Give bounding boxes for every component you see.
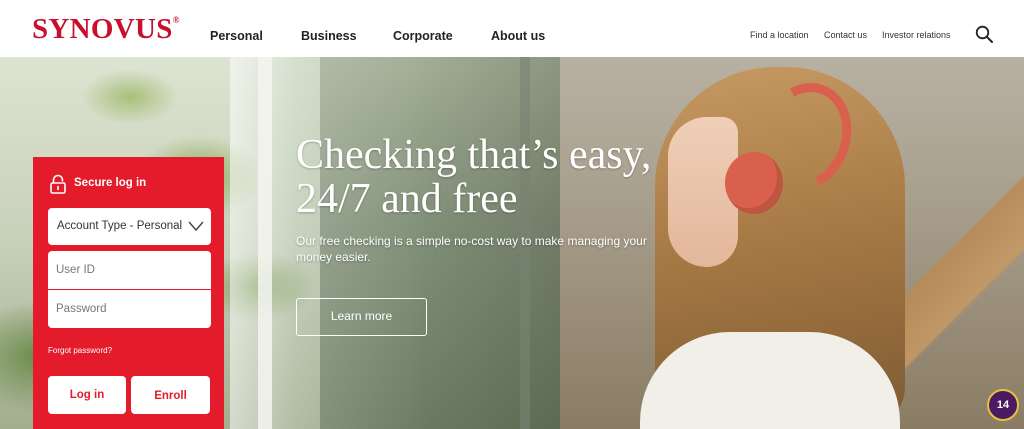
learn-more-button[interactable]: Learn more [296, 298, 427, 336]
notification-badge[interactable]: 14 [987, 389, 1019, 421]
enroll-button[interactable]: Enroll [131, 376, 210, 414]
search-icon[interactable] [975, 25, 993, 43]
login-button[interactable]: Log in [48, 376, 126, 414]
nav-business[interactable]: Business [301, 29, 357, 43]
logo-registered-mark: ® [172, 15, 180, 25]
headphone-earcup [725, 152, 783, 214]
user-id-input[interactable] [48, 251, 211, 289]
forgot-password-link[interactable]: Forgot password? [48, 346, 112, 355]
nav-corporate[interactable]: Corporate [393, 29, 453, 43]
hero-headline-line2: 24/7 and free [296, 176, 518, 222]
util-investor-relations[interactable]: Investor relations [882, 30, 951, 40]
password-input[interactable] [48, 290, 211, 328]
login-panel: Secure log in Account Type - Personal Fo… [33, 157, 224, 429]
lock-icon [50, 174, 66, 194]
hero-window-frame [258, 57, 272, 429]
util-find-location[interactable]: Find a location [750, 30, 809, 40]
hero-subtext: Our free checking is a simple no-cost wa… [296, 234, 647, 264]
nav-personal[interactable]: Personal [210, 29, 263, 43]
login-title: Secure log in [74, 177, 147, 189]
util-contact-us[interactable]: Contact us [824, 30, 867, 40]
account-type-select[interactable]: Account Type - Personal [48, 208, 211, 245]
logo-text: SYNOVUS [32, 13, 173, 45]
site-header: SYNOVUS® Personal Business Corporate Abo… [0, 0, 1024, 57]
synovus-logo[interactable]: SYNOVUS® [32, 13, 180, 46]
chevron-down-icon [188, 221, 204, 232]
hero-headline: Checking that’s easy, 24/7 and free [296, 133, 726, 221]
account-type-value: Account Type - Personal [57, 220, 183, 232]
hero-headline-line1: Checking that’s easy, [296, 132, 652, 178]
nav-about-us[interactable]: About us [491, 29, 545, 43]
